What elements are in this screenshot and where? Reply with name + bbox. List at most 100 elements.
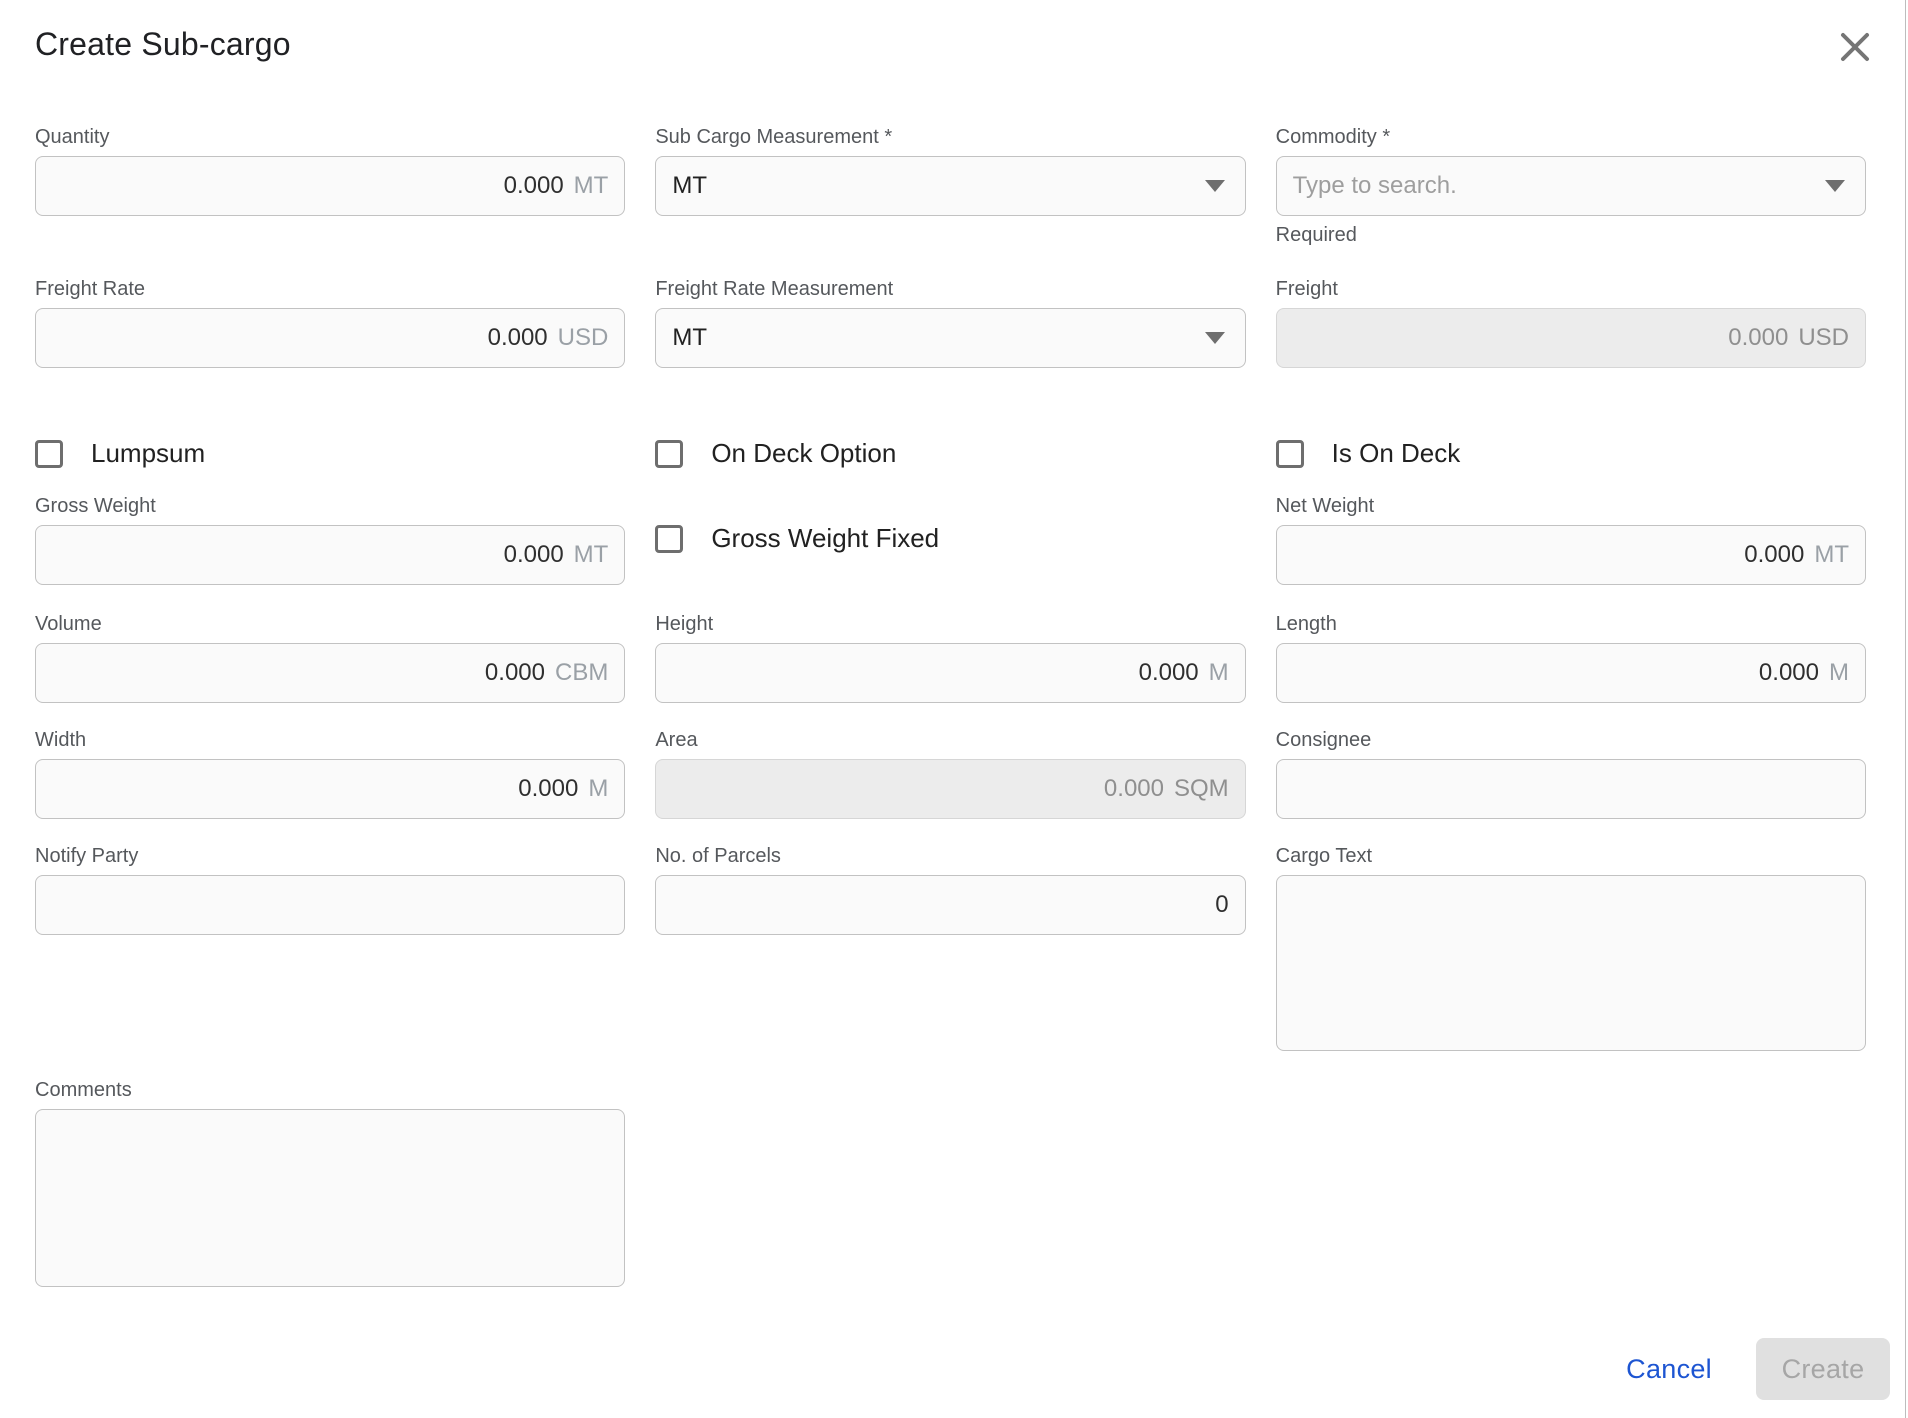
consignee-input-box: [1276, 759, 1866, 819]
freight-label: Freight: [1276, 276, 1866, 302]
comments-field-group: Comments: [35, 1077, 625, 1287]
freight-rate-field-group: Freight Rate 0.000 USD: [35, 276, 625, 368]
checkbox-icon: [655, 440, 683, 468]
chevron-down-icon: [1205, 332, 1225, 344]
dialog-right-edge: [1905, 0, 1906, 1418]
no-of-parcels-value: 0: [1215, 891, 1228, 919]
freight-rate-input[interactable]: 0.000 USD: [35, 308, 625, 368]
commodity-field-group: Commodity * Required: [1276, 124, 1866, 248]
width-field-group: Width 0.000 M: [35, 727, 625, 819]
area-input-disabled: 0.000 SQM: [655, 759, 1245, 819]
is-on-deck-checkbox-label: Is On Deck: [1332, 438, 1461, 469]
commodity-search-input[interactable]: [1293, 172, 1825, 200]
freight-unit: USD: [1798, 324, 1849, 352]
on-deck-option-checkbox-label: On Deck Option: [711, 438, 896, 469]
length-input[interactable]: 0.000 M: [1276, 643, 1866, 703]
height-input[interactable]: 0.000 M: [655, 643, 1245, 703]
area-value: 0.000: [1104, 775, 1164, 803]
cargo-text-textarea[interactable]: [1276, 875, 1866, 1051]
consignee-input[interactable]: [1293, 775, 1849, 803]
on-deck-option-checkbox[interactable]: On Deck Option: [655, 438, 1245, 469]
commodity-label: Commodity *: [1276, 124, 1866, 150]
freight-rate-value: 0.000: [488, 324, 548, 352]
sub-cargo-measurement-select[interactable]: MT: [655, 156, 1245, 216]
freight-rate-measurement-field-group: Freight Rate Measurement MT: [655, 276, 1245, 368]
height-label: Height: [655, 611, 1245, 637]
commodity-select[interactable]: [1276, 156, 1866, 216]
sub-cargo-measurement-label: Sub Cargo Measurement *: [655, 124, 1245, 150]
width-input[interactable]: 0.000 M: [35, 759, 625, 819]
sub-cargo-measurement-field-group: Sub Cargo Measurement * MT: [655, 124, 1245, 216]
quantity-label: Quantity: [35, 124, 625, 150]
freight-rate-measurement-select[interactable]: MT: [655, 308, 1245, 368]
form-row-dimensions-1: Volume 0.000 CBM Height 0.000 M Length 0…: [35, 611, 1866, 703]
gross-weight-label: Gross Weight: [35, 493, 625, 519]
quantity-value: 0.000: [504, 172, 564, 200]
create-button[interactable]: Create: [1756, 1338, 1890, 1400]
chevron-down-icon: [1825, 180, 1845, 192]
area-label: Area: [655, 727, 1245, 753]
height-unit: M: [1209, 659, 1229, 687]
gross-weight-fixed-checkbox[interactable]: Gross Weight Fixed: [655, 523, 1245, 554]
freight-input-disabled: 0.000 USD: [1276, 308, 1866, 368]
volume-value: 0.000: [485, 659, 545, 687]
lumpsum-checkbox-label: Lumpsum: [91, 438, 205, 469]
gross-weight-fixed-cell: Gross Weight Fixed: [655, 493, 1245, 554]
height-value: 0.000: [1139, 659, 1199, 687]
form-row-1: Quantity 0.000 MT Sub Cargo Measurement …: [35, 124, 1866, 248]
net-weight-value: 0.000: [1744, 541, 1804, 569]
freight-rate-unit: USD: [558, 324, 609, 352]
net-weight-unit: MT: [1814, 541, 1849, 569]
comments-textarea[interactable]: [35, 1109, 625, 1287]
form-row-parties: Notify Party No. of Parcels 0 Cargo Text: [35, 843, 1866, 1051]
checkbox-icon: [655, 525, 683, 553]
create-sub-cargo-dialog: Create Sub-cargo Quantity 0.000 MT Sub C…: [0, 0, 1908, 1418]
length-label: Length: [1276, 611, 1866, 637]
volume-unit: CBM: [555, 659, 608, 687]
area-field-group: Area 0.000 SQM: [655, 727, 1245, 819]
freight-rate-measurement-label: Freight Rate Measurement: [655, 276, 1245, 302]
gross-weight-field-group: Gross Weight 0.000 MT: [35, 493, 625, 585]
consignee-label: Consignee: [1276, 727, 1866, 753]
checkbox-icon: [35, 440, 63, 468]
net-weight-label: Net Weight: [1276, 493, 1866, 519]
freight-rate-measurement-value: MT: [672, 324, 707, 352]
lumpsum-checkbox[interactable]: Lumpsum: [35, 438, 625, 469]
sub-cargo-measurement-value: MT: [672, 172, 707, 200]
volume-input[interactable]: 0.000 CBM: [35, 643, 625, 703]
freight-value: 0.000: [1728, 324, 1788, 352]
form-row-dimensions-2: Width 0.000 M Area 0.000 SQM Consignee: [35, 727, 1866, 819]
quantity-input[interactable]: 0.000 MT: [35, 156, 625, 216]
length-value: 0.000: [1759, 659, 1819, 687]
close-button[interactable]: [1836, 28, 1874, 66]
notify-party-field-group: Notify Party: [35, 843, 625, 935]
volume-field-group: Volume 0.000 CBM: [35, 611, 625, 703]
volume-label: Volume: [35, 611, 625, 637]
dialog-title: Create Sub-cargo: [35, 24, 1866, 64]
no-of-parcels-field-group: No. of Parcels 0: [655, 843, 1245, 935]
form-row-comments: Comments: [35, 1077, 1866, 1287]
area-unit: SQM: [1174, 775, 1229, 803]
gross-weight-input[interactable]: 0.000 MT: [35, 525, 625, 585]
length-unit: M: [1829, 659, 1849, 687]
width-value: 0.000: [518, 775, 578, 803]
is-on-deck-checkbox[interactable]: Is On Deck: [1276, 438, 1866, 469]
notify-party-label: Notify Party: [35, 843, 625, 869]
notify-party-input[interactable]: [52, 891, 608, 919]
quantity-unit: MT: [574, 172, 609, 200]
cargo-text-label: Cargo Text: [1276, 843, 1866, 869]
comments-label: Comments: [35, 1077, 625, 1103]
cargo-text-field-group: Cargo Text: [1276, 843, 1866, 1051]
cancel-button[interactable]: Cancel: [1626, 1354, 1712, 1385]
net-weight-input[interactable]: 0.000 MT: [1276, 525, 1866, 585]
length-field-group: Length 0.000 M: [1276, 611, 1866, 703]
no-of-parcels-input[interactable]: 0: [655, 875, 1245, 935]
form-row-2: Freight Rate 0.000 USD Freight Rate Meas…: [35, 276, 1866, 368]
consignee-field-group: Consignee: [1276, 727, 1866, 819]
checkbox-row: Lumpsum On Deck Option Is On Deck: [35, 438, 1866, 469]
close-icon: [1838, 30, 1872, 64]
form-row-weights: Gross Weight 0.000 MT Gross Weight Fixed…: [35, 493, 1866, 585]
gross-weight-unit: MT: [574, 541, 609, 569]
checkbox-icon: [1276, 440, 1304, 468]
quantity-field-group: Quantity 0.000 MT: [35, 124, 625, 216]
